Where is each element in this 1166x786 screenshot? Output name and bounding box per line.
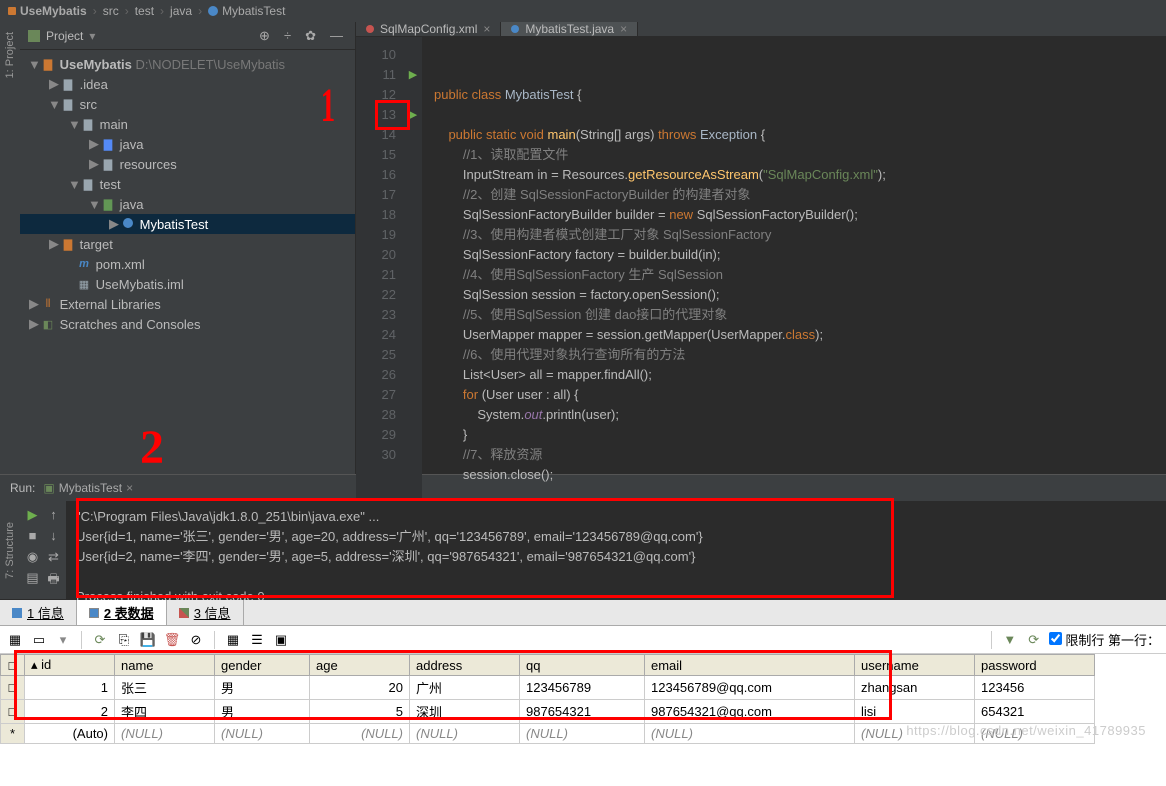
tab-mybatistest[interactable]: MybatisTest.java ×: [501, 22, 638, 36]
dropdown-icon[interactable]: ▾: [54, 631, 72, 649]
tree-test[interactable]: ▼▇ test: [20, 174, 355, 194]
project-tool-stripe[interactable]: 1: Project: [0, 22, 20, 474]
code-content[interactable]: public class MybatisTest { public static…: [422, 37, 886, 505]
table-row[interactable]: □ 2 李四 男 5 深圳 987654321 987654321@qq.com…: [1, 700, 1095, 724]
db-tab-info1[interactable]: 1 信息: [0, 600, 77, 625]
view-form-icon[interactable]: ▣: [272, 631, 290, 649]
db-toolbar: ▦ ▭ ▾ ⟳ ⎘ 💾 🗑 ⊘ ▦ ☰ ▣ ▼ ⟳ 限制行 第一行：: [0, 626, 1166, 654]
gutter-markers[interactable]: ▶▶: [404, 37, 422, 505]
db-tab-info2[interactable]: 3 信息: [167, 600, 244, 625]
tree-test-java[interactable]: ▼▇ java: [20, 194, 355, 214]
close-icon[interactable]: ×: [620, 22, 627, 36]
locate-icon[interactable]: ⊕: [255, 26, 274, 46]
tree-main[interactable]: ▼▇ main: [20, 114, 355, 134]
data-grid[interactable]: □ ▴ id name gender age address qq email …: [0, 654, 1095, 744]
tree-root[interactable]: ▼▇ UseMybatis D:\NODELET\UseMybatis: [20, 54, 355, 74]
tree-mybatis-test[interactable]: ▶ MybatisTest: [20, 214, 355, 234]
tree-src[interactable]: ▼▇ src: [20, 94, 355, 114]
close-icon[interactable]: ×: [483, 22, 490, 36]
col-age[interactable]: age: [310, 655, 410, 676]
save-icon[interactable]: 💾: [139, 631, 157, 649]
run-config[interactable]: ▣MybatisTest×: [43, 481, 133, 495]
delete-icon[interactable]: 🗑: [163, 631, 181, 649]
view-text-icon[interactable]: ☰: [248, 631, 266, 649]
tree-idea[interactable]: ▶▇ .idea: [20, 74, 355, 94]
col-address[interactable]: address: [410, 655, 520, 676]
gutter: 1011121314151617181920212223242526272829…: [356, 37, 404, 505]
tree-pom[interactable]: m pom.xml: [20, 254, 355, 274]
bc-class[interactable]: MybatisTest: [208, 4, 285, 18]
db-tabs: 1 信息 2 表数据 3 信息: [0, 600, 1166, 626]
console-output[interactable]: "C:\Program Files\Java\jdk1.8.0_251\bin\…: [66, 501, 1166, 599]
scroll-icon[interactable]: 🖶: [45, 570, 62, 593]
cancel-icon[interactable]: ⊘: [187, 631, 205, 649]
bc-java[interactable]: java: [170, 4, 192, 18]
tree-scratches[interactable]: ▶◧ Scratches and Consoles: [20, 314, 355, 334]
settings-icon[interactable]: ✿: [301, 26, 320, 46]
code-editor[interactable]: 1011121314151617181920212223242526272829…: [356, 37, 1166, 505]
copy-icon[interactable]: ⎘: [115, 631, 133, 649]
down-icon[interactable]: ↓: [45, 528, 62, 544]
layout-icon[interactable]: ▤: [24, 570, 41, 593]
bc-test[interactable]: test: [135, 4, 154, 18]
table-row-new[interactable]: * (Auto) (NULL) (NULL) (NULL) (NULL) (NU…: [1, 724, 1095, 744]
project-icon: [28, 30, 40, 42]
xml-icon: [366, 25, 374, 33]
grid-icon[interactable]: ▦: [6, 631, 24, 649]
col-password[interactable]: password: [975, 655, 1095, 676]
col-username[interactable]: username: [855, 655, 975, 676]
tab-sqlmapconfig[interactable]: SqlMapConfig.xml ×: [356, 22, 501, 36]
bc-src[interactable]: src: [103, 4, 119, 18]
form-icon[interactable]: ▭: [30, 631, 48, 649]
tree-iml[interactable]: ▦ UseMybatis.iml: [20, 274, 355, 294]
project-title: Project: [46, 29, 83, 43]
project-tool-window: Project ▾ ⊕ ÷ ✿ — ▼▇ UseMybatis D:\NODEL…: [20, 22, 356, 474]
col-qq[interactable]: qq: [520, 655, 645, 676]
table-row[interactable]: □ 1 张三 男 20 广州 123456789 123456789@qq.co…: [1, 676, 1095, 700]
tree-target[interactable]: ▶▇ target: [20, 234, 355, 254]
filter-icon[interactable]: ▼: [1001, 631, 1019, 649]
view-grid-icon[interactable]: ▦: [224, 631, 242, 649]
java-class-icon: [511, 25, 519, 33]
limit-rows-check[interactable]: 限制行 第一行：: [1049, 630, 1160, 649]
tree-ext-libs[interactable]: ▶⫴ External Libraries: [20, 294, 355, 314]
breadcrumb: UseMybatis › src › test › java › Mybatis…: [0, 0, 1166, 22]
col-email[interactable]: email: [645, 655, 855, 676]
soft-wrap-icon[interactable]: ⇄: [45, 549, 62, 566]
reload-icon[interactable]: ⟳: [1025, 631, 1043, 649]
tree-resources[interactable]: ▶▇ resources: [20, 154, 355, 174]
run-toolbar: ▶ ↑ ■ ↓ ◉ ⇄ ▤ 🖶: [20, 501, 66, 599]
row-header-corner[interactable]: □: [1, 655, 25, 676]
tree-main-java[interactable]: ▶▇ java: [20, 134, 355, 154]
editor-tabs: SqlMapConfig.xml × MybatisTest.java ×: [356, 22, 1166, 37]
structure-tool-stripe[interactable]: 7: Structure: [0, 501, 20, 599]
debug-icon[interactable]: ◉: [24, 549, 41, 566]
refresh-icon[interactable]: ⟳: [91, 631, 109, 649]
bc-root[interactable]: UseMybatis: [8, 4, 87, 18]
run-label: Run:: [10, 481, 35, 495]
hide-icon[interactable]: —: [326, 26, 347, 45]
db-tab-tabledata[interactable]: 2 表数据: [77, 600, 167, 625]
collapse-icon[interactable]: ÷: [280, 26, 295, 45]
up-icon[interactable]: ↑: [45, 507, 62, 524]
stop-button[interactable]: ■: [24, 528, 41, 544]
col-id[interactable]: ▴ id: [25, 655, 115, 676]
col-name[interactable]: name: [115, 655, 215, 676]
col-gender[interactable]: gender: [215, 655, 310, 676]
run-button[interactable]: ▶: [24, 507, 41, 524]
